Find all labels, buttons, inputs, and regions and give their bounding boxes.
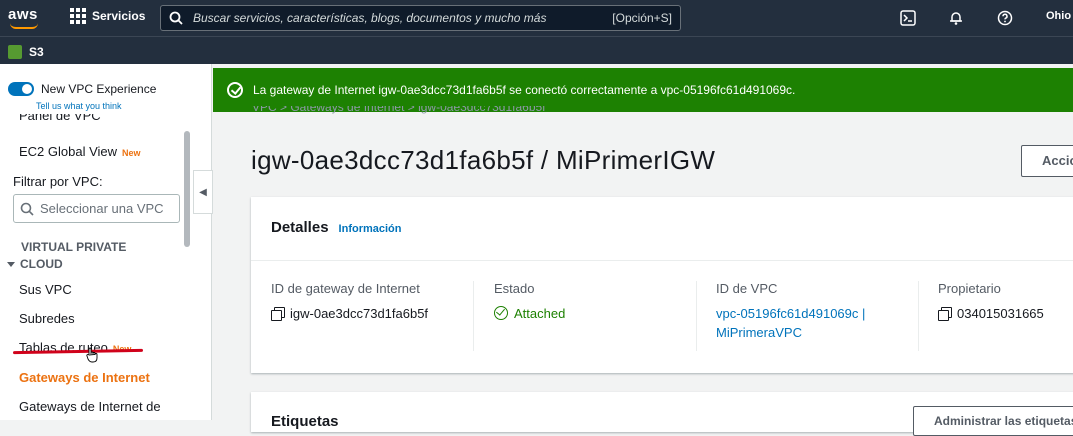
new-vpc-experience-toggle[interactable]: New VPC Experience — [8, 82, 156, 96]
sidebar-item-label: Subredes — [19, 311, 75, 326]
tags-panel: Etiquetas Administrar las etiquetas — [251, 392, 1073, 436]
section-title-line1: VIRTUAL PRIVATE — [21, 240, 127, 254]
cloudshell-icon[interactable] — [898, 8, 918, 28]
sidebar-item-label: Panel de VPC — [19, 114, 101, 123]
sidebar-item-ec2-global-view[interactable]: EC2 Global View New — [19, 144, 141, 159]
vpc-filter-select[interactable]: Seleccionar una VPC — [13, 194, 180, 223]
sidebar-scrollbar[interactable] — [184, 131, 190, 247]
detail-label: ID de VPC — [716, 281, 778, 296]
toggle-label: New VPC Experience — [41, 82, 157, 96]
sidebar-item-vpc-dashboard[interactable]: Panel de VPC — [19, 114, 101, 126]
detail-value: igw-0ae3dcc73d1fa6b5f — [290, 306, 429, 321]
feedback-link[interactable]: Tell us what you think — [36, 101, 122, 111]
services-menu-button[interactable]: Servicios — [70, 8, 145, 24]
column-divider — [696, 281, 697, 351]
copy-icon[interactable] — [938, 307, 952, 321]
detail-state: Estado Attached — [494, 281, 704, 353]
grid-icon — [70, 8, 86, 24]
sidebar-item-your-vpcs[interactable]: Sus VPC — [19, 282, 72, 297]
copy-icon[interactable] — [271, 307, 285, 321]
help-icon[interactable] — [995, 8, 1015, 28]
details-panel: Detalles Información ID de gateway de In… — [251, 197, 1073, 373]
tags-title: Etiquetas — [271, 413, 339, 430]
detail-value: 034015031665 — [957, 306, 1044, 321]
vpc-id-value: vpc-05196fc61d491069c | — [716, 306, 866, 321]
hand-cursor-icon — [86, 347, 98, 363]
filter-by-vpc-label: Filtrar por VPC: — [13, 174, 103, 189]
actions-button[interactable]: Acciones — [1021, 145, 1073, 177]
success-check-icon — [227, 82, 243, 98]
aws-smile-icon — [10, 23, 38, 29]
breadcrumb-text: VPC > Gateways de Internet > igw-0ae3dcc… — [252, 106, 546, 114]
toggle-switch[interactable] — [8, 82, 34, 96]
service-shortcut-bar: S3 — [0, 36, 1073, 64]
top-navigation: aws Servicios Buscar servicios, caracter… — [0, 0, 1073, 36]
details-title: Detalles — [271, 219, 329, 236]
status-value: Attached — [514, 306, 566, 321]
page-title: igw-0ae3dcc73d1fa6b5f / MiPrimerIGW — [251, 145, 716, 175]
detail-vpc-id: ID de VPC vpc-05196fc61d491069c | MiPrim… — [716, 281, 926, 353]
sidebar: New VPC Experience Tell us what you thin… — [0, 64, 212, 420]
caret-down-icon — [7, 262, 15, 268]
detail-label: ID de gateway de Internet — [271, 281, 420, 296]
detail-internet-gateway-id: ID de gateway de Internet igw-0ae3dcc73d… — [271, 281, 481, 353]
services-label: Servicios — [92, 9, 146, 23]
s3-shortcut[interactable]: S3 — [29, 45, 44, 59]
section-title-line2: CLOUD — [20, 257, 63, 271]
divider — [251, 260, 1073, 261]
section-virtual-private-cloud[interactable]: VIRTUAL PRIVATE CLOUD — [7, 239, 126, 273]
region-selector[interactable]: Ohio — [1046, 10, 1071, 22]
search-placeholder: Buscar servicios, características, blogs… — [193, 11, 547, 25]
chevron-left-icon: ◀ — [199, 186, 207, 198]
breadcrumb[interactable]: VPC > Gateways de Internet > igw-0ae3dcc… — [252, 106, 546, 114]
search-shortcut: [Opción+S] — [612, 11, 672, 25]
sidebar-item-label: EC2 Global View — [19, 144, 118, 159]
aws-logo-text: aws — [8, 6, 38, 23]
sidebar-item-subnets[interactable]: Subredes — [19, 311, 75, 326]
search-input[interactable]: Buscar servicios, características, blogs… — [160, 5, 681, 31]
new-badge: New — [122, 148, 141, 158]
column-divider — [918, 281, 919, 351]
status-ok-icon — [494, 306, 508, 320]
detail-label: Propietario — [938, 281, 1001, 296]
sidebar-item-label: Sus VPC — [19, 282, 72, 297]
vpc-name-value: MiPrimeraVPC — [716, 325, 802, 340]
bell-icon[interactable] — [946, 8, 966, 28]
sidebar-item-egress-only-gateways[interactable]: Gateways de Internet de — [19, 399, 161, 414]
vpc-id-link[interactable]: vpc-05196fc61d491069c | MiPrimeraVPC — [716, 304, 926, 342]
vpc-filter-placeholder: Seleccionar una VPC — [40, 201, 164, 216]
manage-tags-button[interactable]: Administrar las etiquetas — [913, 406, 1073, 436]
flash-message: La gateway de Internet igw-0ae3dcc73d1fa… — [253, 83, 796, 97]
column-divider — [473, 281, 474, 351]
sidebar-item-internet-gateways[interactable]: Gateways de Internet — [19, 370, 150, 385]
s3-icon — [8, 45, 22, 59]
collapse-sidebar-button[interactable]: ◀ — [193, 170, 213, 214]
sidebar-item-label: Gateways de Internet de — [19, 399, 161, 414]
info-link[interactable]: Información — [339, 223, 402, 235]
detail-owner: Propietario 034015031665 — [938, 281, 1073, 353]
sidebar-item-label: Gateways de Internet — [19, 370, 150, 385]
detail-label: Estado — [494, 281, 535, 296]
search-icon — [169, 11, 183, 25]
aws-logo[interactable]: aws — [6, 4, 46, 32]
search-icon — [20, 202, 34, 216]
